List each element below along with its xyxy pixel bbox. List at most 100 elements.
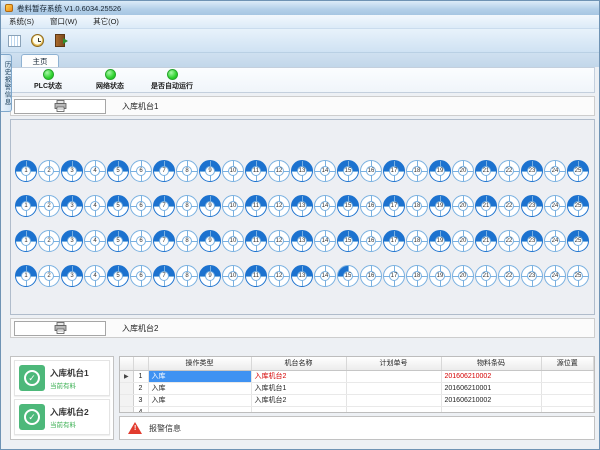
roll-slot[interactable]: 8 (176, 160, 198, 182)
roll-slot[interactable]: 13 (291, 195, 313, 217)
roll-slot[interactable]: 11 (245, 195, 267, 217)
roll-slot[interactable]: 21 (475, 265, 497, 287)
roll-slot[interactable]: 21 (475, 160, 497, 182)
table-row[interactable]: 2入库入库机台1201606210001 (120, 382, 594, 394)
roll-slot[interactable]: 11 (245, 265, 267, 287)
roll-slot[interactable]: 12 (268, 265, 290, 287)
roll-slot[interactable]: 20 (452, 230, 474, 252)
roll-slot[interactable]: 3 (61, 160, 83, 182)
schedule-button[interactable] (4, 31, 24, 51)
roll-slot[interactable]: 21 (475, 230, 497, 252)
roll-slot[interactable]: 20 (452, 195, 474, 217)
roll-slot[interactable]: 17 (383, 265, 405, 287)
roll-slot[interactable]: 6 (130, 230, 152, 252)
roll-slot[interactable]: 6 (130, 160, 152, 182)
roll-slot[interactable]: 16 (360, 160, 382, 182)
roll-slot[interactable]: 12 (268, 230, 290, 252)
roll-slot[interactable]: 15 (337, 160, 359, 182)
roll-slot[interactable]: 12 (268, 195, 290, 217)
roll-slot[interactable]: 22 (498, 195, 520, 217)
exit-button[interactable] (50, 31, 70, 51)
roll-slot[interactable]: 18 (406, 230, 428, 252)
roll-slot[interactable]: 18 (406, 160, 428, 182)
roll-slot[interactable]: 25 (567, 265, 589, 287)
roll-slot[interactable]: 22 (498, 160, 520, 182)
roll-slot[interactable]: 4 (84, 230, 106, 252)
roll-slot[interactable]: 16 (360, 265, 382, 287)
roll-slot[interactable]: 25 (567, 160, 589, 182)
roll-slot[interactable]: 1 (15, 195, 37, 217)
roll-slot[interactable]: 13 (291, 265, 313, 287)
roll-slot[interactable]: 18 (406, 265, 428, 287)
roll-slot[interactable]: 6 (130, 195, 152, 217)
roll-slot[interactable]: 9 (199, 160, 221, 182)
roll-slot[interactable]: 17 (383, 160, 405, 182)
roll-slot[interactable]: 7 (153, 230, 175, 252)
menu-item[interactable]: 系统(S) (1, 16, 42, 27)
roll-slot[interactable]: 11 (245, 160, 267, 182)
roll-slot[interactable]: 12 (268, 160, 290, 182)
roll-slot[interactable]: 16 (360, 195, 382, 217)
roll-slot[interactable]: 4 (84, 195, 106, 217)
roll-slot[interactable]: 19 (429, 195, 451, 217)
roll-slot[interactable]: 5 (107, 195, 129, 217)
roll-slot[interactable]: 16 (360, 230, 382, 252)
roll-slot[interactable]: 1 (15, 230, 37, 252)
roll-slot[interactable]: 3 (61, 195, 83, 217)
roll-slot[interactable]: 7 (153, 195, 175, 217)
roll-slot[interactable]: 2 (38, 160, 60, 182)
table-row[interactable]: 4 (120, 406, 594, 413)
table-row[interactable]: ▶1入库入库机台2201606210002 (120, 370, 594, 382)
roll-slot[interactable]: 14 (314, 160, 336, 182)
roll-slot[interactable]: 8 (176, 195, 198, 217)
roll-slot[interactable]: 6 (130, 265, 152, 287)
roll-slot[interactable]: 14 (314, 230, 336, 252)
roll-slot[interactable]: 19 (429, 265, 451, 287)
roll-slot[interactable]: 23 (521, 230, 543, 252)
roll-slot[interactable]: 24 (544, 160, 566, 182)
roll-slot[interactable]: 10 (222, 230, 244, 252)
roll-slot[interactable]: 5 (107, 160, 129, 182)
roll-slot[interactable]: 20 (452, 265, 474, 287)
roll-slot[interactable]: 18 (406, 195, 428, 217)
roll-slot[interactable]: 7 (153, 265, 175, 287)
roll-slot[interactable]: 15 (337, 230, 359, 252)
roll-slot[interactable]: 25 (567, 195, 589, 217)
roll-slot[interactable]: 23 (521, 160, 543, 182)
roll-slot[interactable]: 10 (222, 160, 244, 182)
roll-slot[interactable]: 9 (199, 230, 221, 252)
roll-slot[interactable]: 2 (38, 265, 60, 287)
roll-slot[interactable]: 9 (199, 265, 221, 287)
menu-item[interactable]: 其它(O) (85, 16, 127, 27)
roll-slot[interactable]: 8 (176, 265, 198, 287)
roll-slot[interactable]: 7 (153, 160, 175, 182)
roll-slot[interactable]: 22 (498, 265, 520, 287)
roll-slot[interactable]: 19 (429, 230, 451, 252)
print-button-machine1[interactable] (14, 99, 106, 114)
roll-slot[interactable]: 20 (452, 160, 474, 182)
roll-slot[interactable]: 10 (222, 195, 244, 217)
roll-slot[interactable]: 24 (544, 195, 566, 217)
roll-slot[interactable]: 25 (567, 230, 589, 252)
roll-slot[interactable]: 5 (107, 230, 129, 252)
roll-slot[interactable]: 23 (521, 265, 543, 287)
roll-slot[interactable]: 1 (15, 160, 37, 182)
menu-item[interactable]: 窗口(W) (42, 16, 85, 27)
roll-slot[interactable]: 19 (429, 160, 451, 182)
tab-home[interactable]: 主页 (21, 54, 59, 67)
table-row[interactable]: 3入库入库机台2201606210002 (120, 394, 594, 406)
roll-slot[interactable]: 15 (337, 265, 359, 287)
roll-slot[interactable]: 1 (15, 265, 37, 287)
roll-slot[interactable]: 17 (383, 230, 405, 252)
roll-slot[interactable]: 14 (314, 195, 336, 217)
roll-slot[interactable]: 13 (291, 160, 313, 182)
roll-slot[interactable]: 11 (245, 230, 267, 252)
roll-slot[interactable]: 4 (84, 265, 106, 287)
roll-slot[interactable]: 13 (291, 230, 313, 252)
roll-slot[interactable]: 3 (61, 265, 83, 287)
roll-slot[interactable]: 24 (544, 265, 566, 287)
roll-slot[interactable]: 5 (107, 265, 129, 287)
roll-slot[interactable]: 15 (337, 195, 359, 217)
roll-slot[interactable]: 3 (61, 230, 83, 252)
roll-slot[interactable]: 2 (38, 230, 60, 252)
